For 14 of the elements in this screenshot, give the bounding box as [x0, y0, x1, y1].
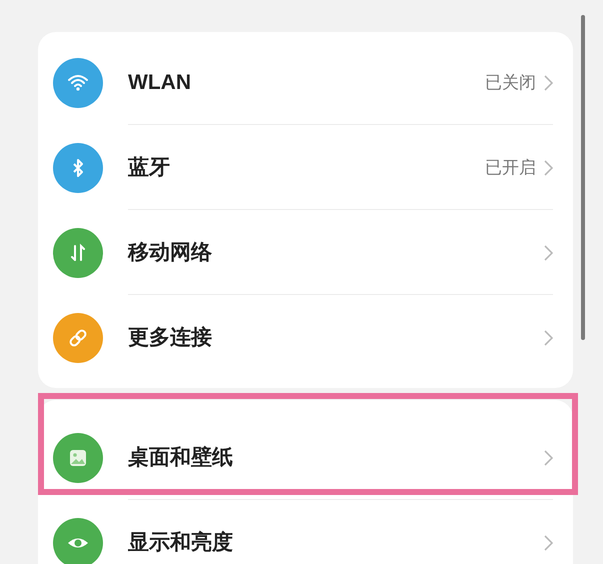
setting-label[interactable]: 移动网络	[128, 236, 544, 268]
setting-label[interactable]: WLAN	[128, 66, 485, 98]
setting-status: 已开启	[485, 156, 536, 179]
setting-label[interactable]: 蓝牙	[128, 152, 485, 184]
setting-status: 已关闭	[485, 72, 536, 94]
setting-label[interactable]: 更多连接	[128, 322, 544, 354]
chevron-icon	[544, 74, 553, 90]
chevron-icon	[544, 244, 553, 260]
chevron-icon	[544, 450, 553, 466]
chevron-icon	[544, 534, 553, 550]
setting-label[interactable]: 显示和亮度	[128, 526, 544, 558]
chevron-icon	[544, 330, 553, 346]
chevron-icon	[544, 160, 553, 176]
setting-label[interactable]: 桌面和壁纸	[128, 442, 544, 474]
